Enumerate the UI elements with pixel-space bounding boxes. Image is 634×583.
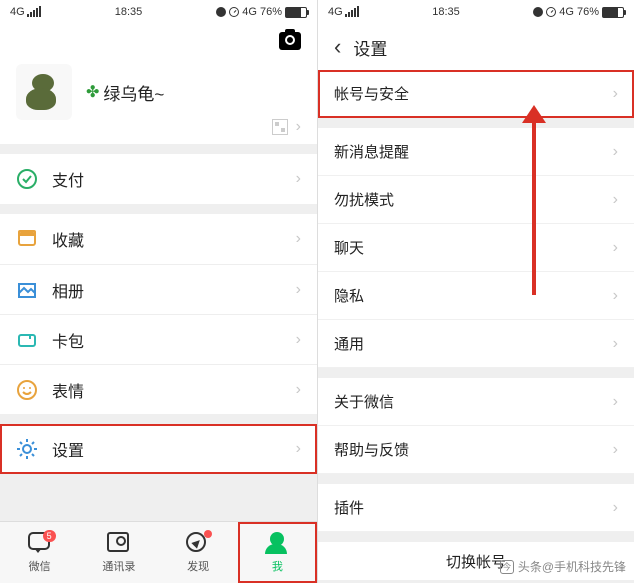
- tab-me[interactable]: 我: [238, 522, 317, 583]
- chevron-right-icon: ›: [296, 230, 301, 248]
- settings-account-security[interactable]: 帐号与安全 ›: [318, 70, 634, 118]
- settings-help[interactable]: 帮助与反馈 ›: [318, 426, 634, 474]
- chevron-right-icon: ›: [613, 191, 618, 209]
- profile-section[interactable]: ✤ 绿乌龟~ ›: [0, 54, 317, 144]
- item-label: 勿扰模式: [334, 189, 613, 210]
- chevron-right-icon: ›: [296, 381, 301, 399]
- tab-chats[interactable]: 5 微信: [0, 522, 79, 583]
- menu-cards[interactable]: 卡包 ›: [0, 314, 317, 364]
- chevron-right-icon: ›: [296, 170, 301, 188]
- tab-bar: 5 微信 通讯录 发现 我: [0, 521, 317, 583]
- chevron-right-icon: ›: [613, 85, 618, 103]
- status-bar: 4G 18:35 4G 76%: [318, 0, 634, 24]
- menu-label: 设置: [52, 437, 296, 461]
- right-screen: 4G 18:35 4G 76% ‹ 设置 帐号与安全 › 新消: [317, 0, 634, 583]
- menu-favorites[interactable]: 收藏 ›: [0, 214, 317, 264]
- chevron-right-icon: ›: [613, 335, 618, 353]
- battery-pct: 76%: [260, 6, 282, 18]
- watermark-icon: 今: [500, 560, 514, 574]
- network-label-2: 4G: [559, 6, 574, 18]
- menu-label: 支付: [52, 167, 296, 191]
- nickname-text: 绿乌龟~: [103, 80, 164, 105]
- clock: 18:35: [115, 6, 143, 18]
- settings-notifications[interactable]: 新消息提醒 ›: [318, 128, 634, 176]
- settings-about[interactable]: 关于微信 ›: [318, 378, 634, 426]
- tab-discover[interactable]: 发现: [159, 522, 238, 583]
- chevron-right-icon: ›: [613, 499, 618, 517]
- item-label: 插件: [334, 497, 613, 518]
- network-label: 4G: [10, 6, 25, 18]
- dnd-icon: [533, 7, 543, 17]
- tab-label: 我: [272, 558, 283, 574]
- signal-icon: [27, 7, 41, 17]
- menu-label: 收藏: [52, 227, 296, 251]
- tab-contacts[interactable]: 通讯录: [79, 522, 158, 583]
- status-bar: 4G 18:35 4G 76%: [0, 0, 317, 24]
- chevron-right-icon: ›: [296, 118, 301, 136]
- back-button[interactable]: ‹: [326, 34, 349, 60]
- alarm-icon: [229, 7, 239, 17]
- favorites-icon: [16, 228, 38, 250]
- chevron-right-icon: ›: [613, 143, 618, 161]
- pay-icon: [16, 168, 38, 190]
- signal-icon: [345, 7, 359, 17]
- item-label: 帐号与安全: [334, 83, 613, 104]
- avatar: [16, 64, 72, 120]
- tab-label: 通讯录: [102, 558, 135, 574]
- menu-album[interactable]: 相册 ›: [0, 264, 317, 314]
- menu-label: 表情: [52, 378, 296, 402]
- settings-general[interactable]: 通用 ›: [318, 320, 634, 368]
- clock: 18:35: [432, 6, 460, 18]
- camera-icon[interactable]: [279, 32, 301, 50]
- emoji-icon: [16, 379, 38, 401]
- settings-plugins[interactable]: 插件 ›: [318, 484, 634, 532]
- item-label: 新消息提醒: [334, 141, 613, 162]
- gear-icon: [16, 438, 38, 460]
- tab-label: 微信: [29, 558, 51, 574]
- battery-icon: [285, 7, 307, 18]
- cards-icon: [16, 329, 38, 351]
- menu-pay[interactable]: 支付 ›: [0, 154, 317, 204]
- tab-label: 发现: [187, 558, 209, 574]
- nickname: ✤ 绿乌龟~: [86, 80, 164, 105]
- battery-pct: 76%: [577, 6, 599, 18]
- notification-dot: [204, 530, 212, 538]
- qrcode-icon[interactable]: [272, 119, 288, 135]
- watermark-text: 头条@手机科技先锋: [518, 558, 626, 575]
- clover-icon: ✤: [86, 82, 99, 102]
- chevron-right-icon: ›: [613, 239, 618, 257]
- item-label: 聊天: [334, 237, 613, 258]
- left-screen: 4G 18:35 4G 76% ✤ 绿乌龟~ ›: [0, 0, 317, 583]
- menu-label: 相册: [52, 278, 296, 302]
- item-label: 隐私: [334, 285, 613, 306]
- alarm-icon: [546, 7, 556, 17]
- network-label: 4G: [328, 6, 343, 18]
- item-label: 帮助与反馈: [334, 439, 613, 460]
- network-label-2: 4G: [242, 6, 257, 18]
- chevron-right-icon: ›: [613, 441, 618, 459]
- settings-dnd[interactable]: 勿扰模式 ›: [318, 176, 634, 224]
- badge: 5: [43, 530, 56, 542]
- switch-account-label: 切换帐号: [446, 551, 506, 572]
- header: ‹ 设置: [318, 24, 634, 70]
- item-label: 关于微信: [334, 391, 613, 412]
- dnd-icon: [216, 7, 226, 17]
- settings-privacy[interactable]: 隐私 ›: [318, 272, 634, 320]
- menu-label: 卡包: [52, 328, 296, 352]
- battery-icon: [602, 7, 624, 18]
- menu-emoji[interactable]: 表情 ›: [0, 364, 317, 414]
- page-title: 设置: [353, 35, 387, 60]
- album-icon: [16, 279, 38, 301]
- watermark: 今 头条@手机科技先锋: [500, 558, 626, 575]
- item-label: 通用: [334, 333, 613, 354]
- settings-chat[interactable]: 聊天 ›: [318, 224, 634, 272]
- camera-row: [0, 24, 317, 54]
- chevron-right-icon: ›: [613, 287, 618, 305]
- menu-settings[interactable]: 设置 ›: [0, 424, 317, 474]
- chevron-right-icon: ›: [613, 393, 618, 411]
- chevron-right-icon: ›: [296, 281, 301, 299]
- chevron-right-icon: ›: [296, 440, 301, 458]
- chevron-right-icon: ›: [296, 331, 301, 349]
